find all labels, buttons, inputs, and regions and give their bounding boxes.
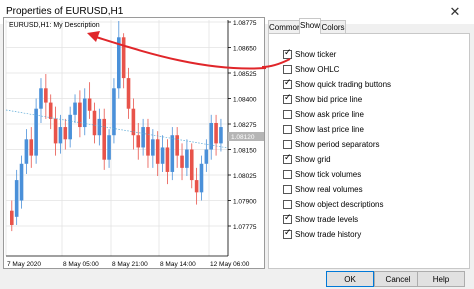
candle-body — [97, 118, 102, 136]
option-checkbox[interactable] — [283, 228, 292, 239]
candle-body — [180, 155, 184, 168]
show-options-panel: Show ticker Show OHLC Show quick trading b… — [268, 33, 470, 269]
price-tick-label: 1.08525 — [233, 71, 257, 78]
option-label: Show trade history — [295, 230, 362, 239]
option-label: Show bid price line — [295, 95, 363, 104]
price-tick-label: 1.08025 — [233, 173, 257, 180]
candle-body — [19, 163, 24, 201]
option-checkbox[interactable] — [283, 153, 292, 164]
candle-body — [63, 127, 68, 140]
candle-body — [136, 135, 141, 148]
time-tick-label: 8 May 14:00 — [160, 261, 196, 268]
candle-body — [199, 163, 204, 193]
candle-body — [126, 78, 131, 109]
option-checkbox[interactable] — [283, 78, 292, 89]
option-checkbox[interactable] — [283, 200, 292, 209]
candle-body — [73, 102, 77, 115]
candle-body — [160, 147, 165, 164]
option-label: Show ticker — [295, 50, 337, 59]
candle-body — [194, 180, 199, 193]
candle-body — [185, 149, 189, 168]
window-title: Properties of EURUSD,H1 — [6, 6, 124, 17]
candle-body — [29, 139, 34, 156]
candle-body — [58, 127, 63, 144]
annotation-arrow-tail — [262, 58, 291, 68]
option-label: Show object descriptions — [295, 200, 384, 209]
candle-body — [68, 114, 72, 140]
ok-button[interactable]: OK — [326, 271, 374, 287]
price-tick-label: 1.08400 — [233, 97, 257, 104]
option-checkbox[interactable] — [283, 93, 292, 104]
time-tick-label: 7 May 2020 — [7, 261, 41, 268]
option-checkbox[interactable] — [283, 110, 292, 119]
option-checkbox[interactable] — [283, 170, 292, 179]
price-tick-label: 1.07775 — [233, 224, 257, 231]
option-label: Show tick volumes — [295, 170, 362, 179]
option-label: Show ask price line — [295, 110, 364, 119]
chart-symbol-label: EURUSD,H1: My Description — [9, 22, 100, 29]
option-checkbox[interactable] — [283, 185, 292, 194]
close-icon[interactable]: ✕ — [440, 2, 470, 22]
candle-body — [14, 180, 19, 217]
candle-body — [189, 149, 194, 181]
candle-body — [10, 210, 14, 225]
option-label: Show trade levels — [295, 215, 359, 224]
price-tick-label: 1.08650 — [233, 46, 257, 53]
tab-common[interactable]: Common — [268, 20, 301, 34]
candle-body — [24, 139, 29, 164]
candle-body — [151, 139, 155, 156]
candle-body — [107, 135, 111, 160]
price-tick-label: 1.08275 — [233, 122, 257, 129]
candle-body — [87, 98, 92, 111]
chart-preview: 1.08775 1.08650 1.08525 1.08400 1.08275 1.081… — [3, 17, 266, 269]
candle-body — [102, 118, 107, 160]
candle-body — [53, 118, 58, 144]
time-tick-label: 8 May 05:00 — [63, 261, 99, 268]
cancel-button[interactable]: Cancel — [374, 271, 422, 287]
candle-body — [39, 88, 43, 109]
candle-body — [209, 122, 214, 150]
candle-body — [48, 102, 53, 119]
option-checkbox[interactable] — [283, 140, 292, 149]
time-tick-label: 12 May 06:00 — [210, 261, 250, 268]
annotation-arrow-head — [87, 31, 100, 42]
tab-show[interactable]: Show — [299, 18, 321, 34]
option-label: Show grid — [295, 155, 331, 164]
chart-canvas: 1.08775 1.08650 1.08525 1.08400 1.08275 1.081… — [5, 20, 266, 268]
option-label: Show OHLC — [295, 65, 340, 74]
option-checkbox[interactable] — [283, 213, 292, 224]
price-tick-label: 1.08775 — [233, 20, 257, 27]
option-label: Show real volumes — [295, 185, 363, 194]
candle-body — [214, 122, 218, 144]
price-tick-label: 1.08150 — [233, 148, 257, 155]
price-tick-label: 1.07900 — [233, 199, 257, 206]
annotation-arrow-tail-path — [262, 58, 291, 68]
candle-body — [44, 88, 48, 103]
candle-body — [92, 110, 97, 136]
candle-body — [204, 149, 209, 164]
option-checkbox[interactable] — [283, 125, 292, 134]
candle-body — [141, 127, 145, 148]
tab-colors[interactable]: Colors — [320, 20, 346, 34]
annotation-arrow — [95, 36, 266, 70]
candle-body — [165, 147, 170, 172]
option-label: Show quick trading buttons — [295, 80, 392, 89]
candle-body — [170, 135, 175, 172]
time-tick-label: 8 May 21:00 — [112, 261, 148, 268]
candle-body — [146, 127, 150, 156]
candle-body — [131, 108, 136, 136]
option-label: Show period separators — [295, 140, 380, 149]
candle-body — [78, 102, 82, 128]
candle-body — [155, 139, 160, 164]
candle-body — [219, 127, 223, 144]
help-button[interactable]: Help — [417, 271, 465, 287]
candle-body — [175, 135, 179, 156]
candle-body — [121, 37, 126, 79]
option-label: Show last price line — [295, 125, 364, 134]
candle-body — [82, 98, 87, 128]
candle-body — [34, 108, 38, 156]
bid-price-line — [5, 109, 229, 149]
current-price-badge-label: 1.08120 — [231, 134, 255, 141]
